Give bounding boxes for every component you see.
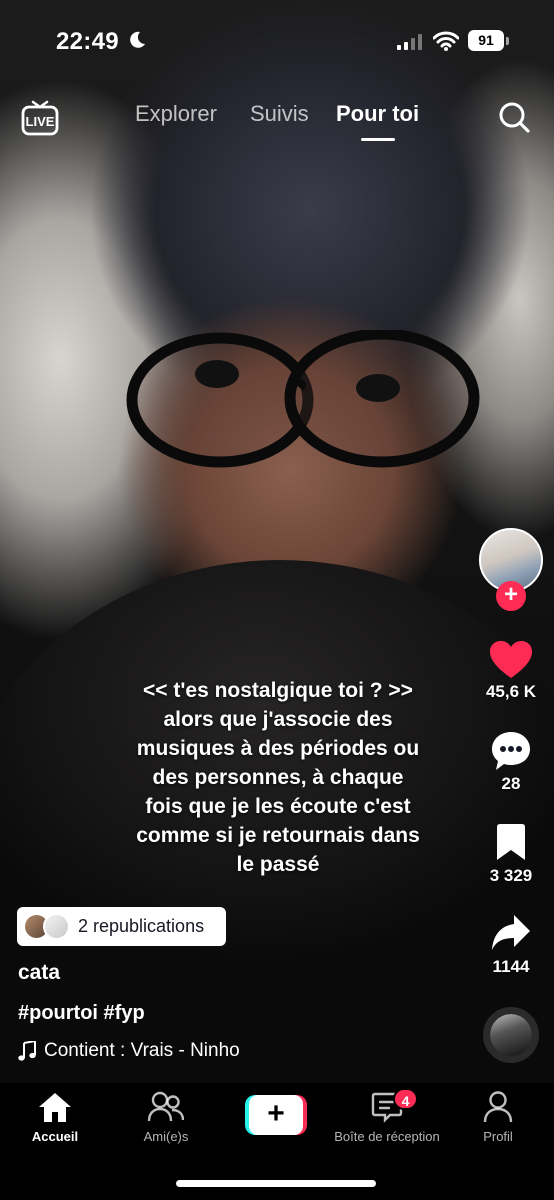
search-icon[interactable] [498, 101, 530, 133]
tab-pour-toi[interactable]: Pour toi [336, 101, 419, 127]
video-caption: << t'es nostalgique toi ? >> alors que j… [100, 676, 456, 879]
republisher-avatar [43, 913, 70, 940]
heart-icon[interactable] [489, 640, 533, 680]
video-subject-glasses [126, 330, 480, 468]
battery-icon: 91 [468, 30, 504, 51]
bookmark-icon[interactable] [494, 824, 528, 862]
top-nav: LIVE Explorer Suivis Pour toi [0, 92, 554, 142]
creator-username[interactable]: cata [18, 961, 60, 985]
music-disc-cover [490, 1014, 532, 1056]
nav-home[interactable] [38, 1091, 72, 1128]
like-count: 45,6 K [485, 682, 537, 701]
friends-icon [147, 1091, 185, 1122]
republications-pill[interactable]: 2 republications [17, 907, 226, 946]
share-count: 1144 [492, 957, 530, 976]
follow-button[interactable]: + [496, 581, 526, 611]
svg-text:LIVE: LIVE [26, 114, 55, 129]
caption-line: comme si je retournais dans [136, 824, 420, 847]
comment-icon[interactable] [490, 730, 532, 772]
inbox-badge: 4 [393, 1088, 418, 1110]
nav-inbox-label: Boîte de réception [334, 1129, 440, 1144]
music-note-icon [18, 1041, 36, 1061]
caption-line: alors que j'associe des [163, 708, 393, 731]
tab-suivis[interactable]: Suivis [250, 101, 309, 127]
nav-profile-label: Profil [483, 1129, 513, 1144]
caption-line: << t'es nostalgique toi ? >> [143, 679, 413, 702]
music-disc-icon[interactable] [483, 1007, 539, 1063]
caption-line: fois que je les écoute c'est [145, 795, 411, 818]
live-icon[interactable]: LIVE [20, 98, 60, 138]
status-bar: 22:49 91 [0, 0, 554, 80]
home-indicator [176, 1180, 376, 1187]
caption-line: des personnes, à chaque [152, 766, 404, 789]
bottom-nav: Accueil Ami(e)s + 4 Boîte de réception P… [0, 1083, 554, 1200]
status-time: 22:49 [56, 28, 119, 55]
create-button[interactable]: + [245, 1095, 307, 1135]
nav-friends-label: Ami(e)s [143, 1129, 189, 1144]
profile-icon [483, 1091, 513, 1123]
nav-profile[interactable] [483, 1091, 513, 1128]
moon-icon [130, 31, 145, 48]
home-icon [39, 1093, 71, 1122]
nav-friends[interactable] [147, 1091, 185, 1128]
caption-line: musiques à des périodes ou [136, 737, 420, 760]
video-hashtags[interactable]: #pourtoi #fyp [18, 1002, 145, 1025]
caption-line: le passé [236, 853, 320, 876]
sound-label: Contient : Vrais - Ninho [44, 1040, 240, 1061]
comment-count: 28 [501, 774, 521, 793]
tab-active-indicator [361, 138, 395, 141]
republications-label: 2 republications [78, 916, 205, 936]
tab-explorer[interactable]: Explorer [135, 101, 217, 127]
signal-icon [397, 34, 422, 50]
nav-home-label: Accueil [31, 1129, 79, 1144]
share-icon[interactable] [490, 912, 532, 954]
wifi-icon [433, 31, 459, 51]
battery-tip [506, 37, 509, 45]
create-plus-icon: + [249, 1095, 303, 1135]
save-count: 3 329 [489, 866, 533, 885]
